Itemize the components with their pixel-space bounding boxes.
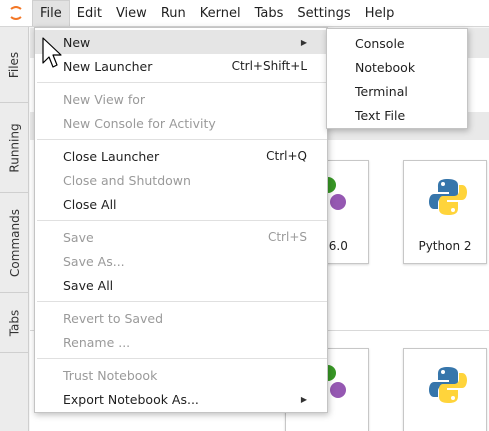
menu-item-rename[interactable]: Rename ... [35,330,327,354]
jupyter-logo-icon[interactable] [0,0,32,26]
menu-item-label: Close All [63,196,117,212]
menu-separator [37,82,327,83]
menu-settings[interactable]: Settings [290,0,357,26]
menu-item-label: New [63,34,91,50]
menu-item-label: New Launcher [63,58,153,74]
menu-item-shortcut: Ctrl+Shift+L [231,59,307,73]
menu-item-export-notebook[interactable]: Export Notebook As... ▶ [35,387,327,411]
menu-item-trust-notebook[interactable]: Trust Notebook [35,363,327,387]
menu-separator [37,139,327,140]
menu-item-save-all[interactable]: Save All [35,273,327,297]
submenu-arrow-icon: ▶ [300,37,307,47]
menu-separator [37,220,327,221]
menu-item-new[interactable]: New ▶ [35,30,327,54]
menu-item-label: Revert to Saved [63,310,164,326]
submenu-item-console[interactable]: Console [327,31,467,55]
menu-bar: File Edit View Run Kernel Tabs Settings … [0,0,489,27]
menu-run[interactable]: Run [154,0,193,26]
menu-item-label: Rename ... [63,334,131,350]
menu-item-label: New View for [63,91,146,107]
menu-item-shortcut: Ctrl+Q [266,149,307,163]
sidebar-tab-label: Commands [7,208,22,277]
menu-item-shortcut: Ctrl+S [267,230,307,244]
sidebar-tab-files[interactable]: Files [0,27,29,103]
sidebar-tab-label: Tabs [7,309,22,336]
menu-tabs[interactable]: Tabs [248,0,291,26]
launcher-card-label: Python 2 [418,239,472,253]
menu-item-label: Trust Notebook [63,367,158,383]
menu-item-new-console[interactable]: New Console for Activity [35,111,327,135]
menu-item-label: New Console for Activity [63,115,216,131]
menu-item-label: Close Launcher [63,148,160,164]
menu-help[interactable]: Help [358,0,402,26]
submenu-item-terminal[interactable]: Terminal [327,79,467,103]
menu-item-label: Export Notebook As... [63,391,199,407]
menu-file[interactable]: File [32,0,70,26]
menu-kernel[interactable]: Kernel [193,0,248,26]
menu-item-label: Close and Shutdown [63,172,191,188]
sidebar-tab-tabs[interactable]: Tabs [0,293,29,353]
menu-item-label: Save [63,229,94,245]
launcher-card-python2[interactable]: Python 2 [403,160,487,264]
sidebar-tab-label: Files [7,51,22,78]
sidebar-tab-commands[interactable]: Commands [0,193,29,293]
new-submenu: Console Notebook Terminal Text File [326,28,468,129]
launcher-card-python-console[interactable] [403,348,487,431]
menu-item-save-as[interactable]: Save As... [35,249,327,273]
sidebar-tab-label: Running [7,122,22,173]
menu-item-save[interactable]: Save Ctrl+S [35,225,327,249]
menu-item-revert[interactable]: Revert to Saved [35,306,327,330]
menu-item-close-shutdown[interactable]: Close and Shutdown [35,168,327,192]
menu-item-new-view[interactable]: New View for [35,87,327,111]
submenu-item-text-file[interactable]: Text File [327,103,467,127]
menu-item-close-all[interactable]: Close All [35,192,327,216]
submenu-arrow-icon: ▶ [300,394,307,404]
menu-item-label: Save All [63,277,114,293]
menu-item-close-launcher[interactable]: Close Launcher Ctrl+Q [35,144,327,168]
menu-separator [37,301,327,302]
menu-view[interactable]: View [109,0,154,26]
menu-item-new-launcher[interactable]: New Launcher Ctrl+Shift+L [35,54,327,78]
python-logo-icon [429,179,467,215]
left-sidebar: Files Running Commands Tabs [0,27,29,431]
submenu-item-notebook[interactable]: Notebook [327,55,467,79]
sidebar-tab-running[interactable]: Running [0,103,29,193]
python-logo-icon [429,367,467,403]
file-menu-dropdown: New ▶ New Launcher Ctrl+Shift+L New View… [34,27,328,413]
menu-edit[interactable]: Edit [70,0,109,26]
mouse-cursor-icon [42,37,62,68]
menu-separator [37,358,327,359]
menu-item-label: Save As... [63,253,125,269]
